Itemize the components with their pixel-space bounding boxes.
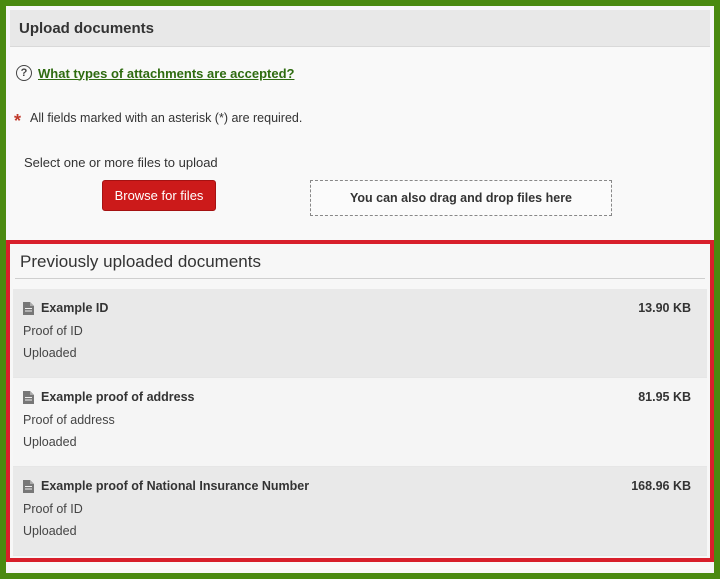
page-frame: Upload documents ? What types of attachm… <box>0 0 720 579</box>
help-row: ? What types of attachments are accepted… <box>16 65 294 81</box>
required-fields-note: * All fields marked with an asterisk (*)… <box>14 106 302 130</box>
document-name[interactable]: Example proof of National Insurance Numb… <box>41 479 309 493</box>
document-size: 13.90 KB <box>638 301 691 315</box>
accepted-attachments-link[interactable]: What types of attachments are accepted? <box>38 66 294 81</box>
section-title: Previously uploaded documents <box>15 244 705 279</box>
document-status: Uploaded <box>23 524 77 538</box>
document-icon <box>23 390 34 404</box>
document-type: Proof of ID <box>23 502 83 516</box>
document-name[interactable]: Example ID <box>41 301 108 315</box>
upload-label: Select one or more files to upload <box>24 155 218 170</box>
document-row[interactable]: Example proof of address 81.95 KB Proof … <box>13 378 707 467</box>
previously-uploaded-section: Previously uploaded documents Example ID… <box>6 240 714 562</box>
document-row[interactable]: Example proof of National Insurance Numb… <box>13 467 707 556</box>
upload-panel: Upload documents ? What types of attachm… <box>6 10 714 569</box>
document-icon <box>23 479 34 493</box>
drag-drop-zone[interactable]: You can also drag and drop files here <box>310 180 612 216</box>
browse-files-button[interactable]: Browse for files <box>102 180 216 211</box>
document-size: 81.95 KB <box>638 390 691 404</box>
document-name[interactable]: Example proof of address <box>41 390 195 404</box>
document-type: Proof of ID <box>23 324 83 338</box>
document-row[interactable]: Example ID 13.90 KB Proof of ID Uploaded <box>13 289 707 378</box>
document-type: Proof of address <box>23 413 115 427</box>
asterisk-icon: * <box>14 111 22 131</box>
panel-header: Upload documents <box>10 10 710 47</box>
document-status: Uploaded <box>23 346 77 360</box>
document-icon <box>23 301 34 315</box>
uploaded-documents-list: Example ID 13.90 KB Proof of ID Uploaded <box>13 289 707 556</box>
page-title: Upload documents <box>19 19 155 37</box>
document-status: Uploaded <box>23 435 77 449</box>
question-circle-icon: ? <box>16 65 32 81</box>
document-size: 168.96 KB <box>631 479 691 493</box>
required-fields-text: All fields marked with an asterisk (*) a… <box>30 111 303 125</box>
